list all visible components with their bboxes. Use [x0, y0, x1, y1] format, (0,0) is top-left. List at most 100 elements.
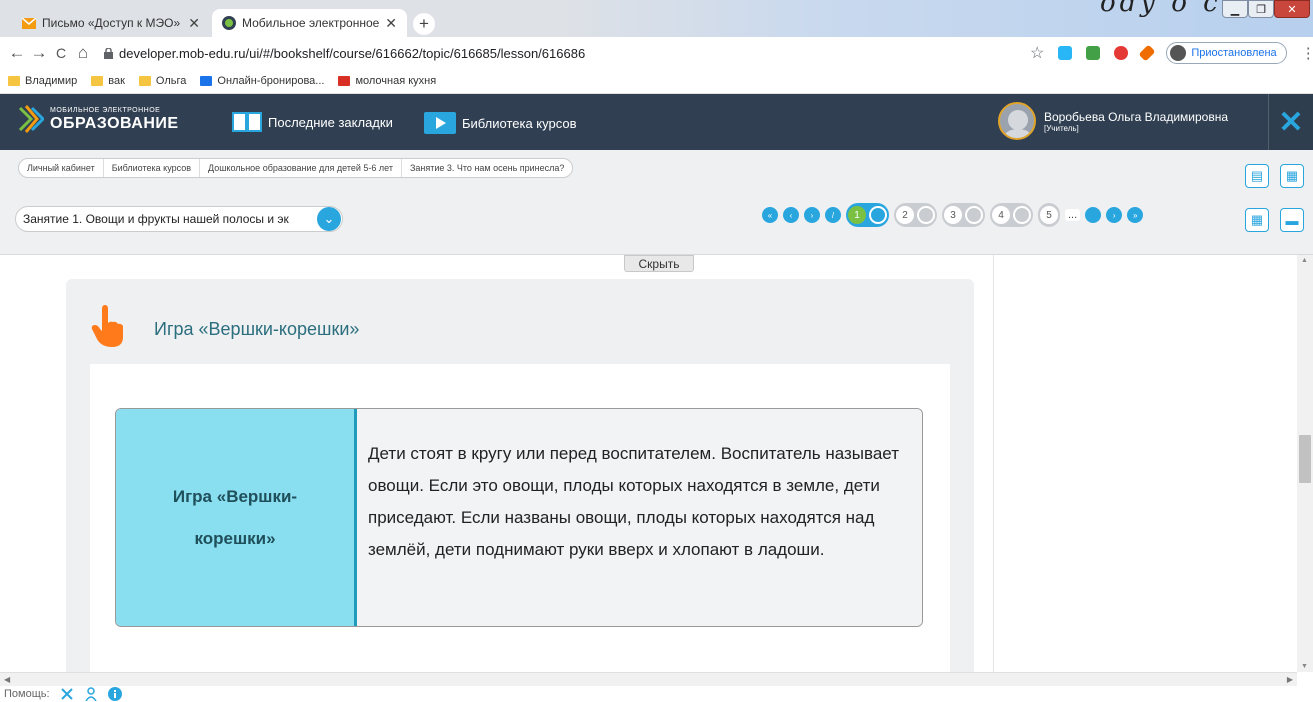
step-circle-icon: [869, 206, 887, 224]
bookmark-label: вак: [108, 75, 125, 87]
logo-mark-icon: [18, 105, 44, 133]
breadcrumb-item[interactable]: Занятие 3. Что нам осень принесла?: [402, 159, 572, 177]
step-2[interactable]: 2: [894, 203, 937, 227]
back-button[interactable]: ←: [6, 43, 28, 63]
step-number: 3: [944, 206, 962, 224]
right-side-panel: [993, 255, 1297, 672]
hide-button[interactable]: Скрыть: [624, 255, 694, 272]
step-1[interactable]: 1: [846, 203, 889, 227]
avatar: [998, 102, 1036, 140]
minimize-button[interactable]: ▁: [1222, 0, 1248, 18]
vertical-scrollbar[interactable]: ▲ ▼: [1297, 255, 1313, 672]
help-footer: Помощь:: [0, 686, 1313, 702]
scroll-up-icon[interactable]: ▲: [1301, 257, 1308, 264]
scrollbar-thumb[interactable]: [1299, 435, 1311, 483]
game-title-cell: Игра «Вершки-корешки»: [116, 409, 357, 626]
chevron-down-icon[interactable]: ⌄: [317, 207, 341, 231]
table-icon[interactable]: ▦: [1245, 208, 1269, 232]
step-circle-icon: [1013, 206, 1031, 224]
bookmark-label: молочная кухня: [355, 75, 437, 87]
scroll-down-icon[interactable]: ▼: [1301, 663, 1308, 670]
kitchen-icon: [338, 76, 351, 86]
step-number: 1: [848, 206, 866, 224]
breadcrumb-item[interactable]: Личный кабинет: [19, 159, 104, 177]
lesson-content: Скрыть Игра «Вершки-корешки» Игра «Вершк…: [0, 255, 993, 672]
step-number: 2: [896, 206, 914, 224]
bookmark-item[interactable]: Ольга: [138, 75, 187, 87]
pointing-hand-icon: [91, 305, 123, 347]
lesson-pager: « ‹ › / 1 2 3 4 5 ... › »: [762, 203, 1144, 227]
reload-button[interactable]: C: [50, 45, 72, 61]
course-library-label: Библиотека курсов: [462, 115, 577, 131]
course-library-link[interactable]: Библиотека курсов: [424, 112, 577, 134]
play-icon[interactable]: ›: [804, 207, 820, 223]
extension-icon[interactable]: [1086, 46, 1101, 60]
horizontal-scrollbar[interactable]: ◀ ▶: [0, 672, 1297, 686]
browser-tab-mail[interactable]: Письмо «Доступ к МЭО» — Ро ✕: [12, 9, 210, 37]
browser-menu-icon[interactable]: ⋮: [1301, 44, 1313, 62]
info-icon[interactable]: [107, 687, 122, 701]
recent-bookmarks-link[interactable]: Последние закладки: [232, 112, 393, 132]
bookmark-item[interactable]: Владимир: [8, 75, 77, 87]
next-page-icon[interactable]: ›: [1106, 207, 1123, 223]
maximize-button[interactable]: ❐: [1248, 0, 1274, 18]
bookmark-item[interactable]: вак: [91, 75, 125, 87]
game-table: Игра «Вершки-корешки» Дети стоят в кругу…: [115, 408, 923, 627]
step-circle-icon: [917, 206, 935, 224]
step-4[interactable]: 4: [990, 203, 1033, 227]
grid-icon[interactable]: ▦: [1280, 164, 1304, 188]
booking-icon: [200, 76, 213, 86]
logo-text-small: МОБИЛЬНОЕ ЭЛЕКТРОННОЕ: [50, 107, 161, 114]
scroll-right-icon[interactable]: ▶: [1287, 675, 1293, 684]
tab-close-icon[interactable]: ✕: [385, 15, 397, 32]
lesson-dropdown[interactable]: Занятие 1. Овощи и фрукты нашей полосы и…: [15, 206, 343, 232]
step-circle-icon: [965, 206, 983, 224]
close-icon[interactable]: ✕: [1268, 94, 1313, 150]
bookmark-item[interactable]: молочная кухня: [338, 75, 436, 87]
profile-avatar-icon: [1170, 45, 1187, 61]
browser-tab-strip: Письмо «Доступ к МЭО» — Ро ✕ Мобильное э…: [0, 0, 1313, 37]
current-page-dot-icon[interactable]: [1085, 207, 1102, 223]
toolbar-icons: ☆ Приостановлена ⋮: [1030, 42, 1313, 64]
pencil-icon[interactable]: /: [825, 207, 841, 223]
chat-icon[interactable]: ▬: [1280, 208, 1304, 232]
bookmark-item[interactable]: Онлайн-бронирова...: [200, 75, 324, 87]
site-logo[interactable]: МОБИЛЬНОЕ ЭЛЕКТРОННОЕ ОБРАЗОВАНИЕ: [18, 104, 179, 134]
tools-icon[interactable]: [60, 687, 74, 701]
user-role: [Учитель]: [1044, 123, 1079, 133]
notes-icon[interactable]: ▤: [1245, 164, 1269, 188]
breadcrumb-item[interactable]: Библиотека курсов: [104, 159, 200, 177]
tab-close-icon[interactable]: ✕: [188, 15, 200, 32]
step-number: 5: [1040, 206, 1058, 224]
first-page-icon[interactable]: «: [762, 207, 778, 223]
users-icon[interactable]: [84, 687, 98, 701]
step-5[interactable]: 5: [1038, 203, 1060, 227]
lesson-toolbar: Личный кабинет Библиотека курсов Дошколь…: [0, 150, 1313, 255]
home-button[interactable]: ⌂: [72, 43, 94, 63]
user-name: Воробьева Ольга Владимировна: [1044, 109, 1229, 124]
pager-ellipsis[interactable]: ...: [1065, 209, 1081, 221]
recent-bookmarks-label: Последние закладки: [268, 114, 393, 130]
url-field[interactable]: developer.mob-edu.ru/ui/#/bookshelf/cour…: [104, 46, 585, 61]
folder-icon: [91, 76, 104, 86]
window-close-button[interactable]: ✕: [1274, 0, 1310, 18]
new-tab-button[interactable]: +: [413, 13, 435, 35]
address-bar-row: ← → C ⌂ developer.mob-edu.ru/ui/#/booksh…: [0, 37, 1313, 69]
bookmark-label: Ольга: [155, 75, 187, 87]
activity-card: Игра «Вершки-корешки» Игра «Вершки-кореш…: [66, 279, 974, 672]
prev-page-icon[interactable]: ‹: [783, 207, 799, 223]
browser-tab-mob-edu[interactable]: Мобильное электронное образ ✕: [212, 9, 407, 37]
scroll-left-icon[interactable]: ◀: [4, 675, 10, 684]
breadcrumb-item[interactable]: Дошкольное образование для детей 5-6 лет: [200, 159, 402, 177]
user-profile[interactable]: Воробьева Ольга Владимировна [Учитель]: [998, 102, 1228, 140]
app-header: МОБИЛЬНОЕ ЭЛЕКТРОННОЕ ОБРАЗОВАНИЕ Послед…: [0, 94, 1313, 150]
yandex-icon[interactable]: [1114, 46, 1129, 60]
profile-paused-button[interactable]: Приостановлена: [1166, 42, 1287, 64]
tab-title: Мобильное электронное образ: [242, 16, 380, 30]
extension-icon[interactable]: [1058, 46, 1073, 60]
last-page-icon[interactable]: »: [1127, 207, 1144, 223]
key-icon[interactable]: [1138, 44, 1156, 62]
forward-button[interactable]: →: [28, 43, 50, 63]
step-3[interactable]: 3: [942, 203, 985, 227]
bookmark-star-icon[interactable]: ☆: [1030, 43, 1044, 63]
